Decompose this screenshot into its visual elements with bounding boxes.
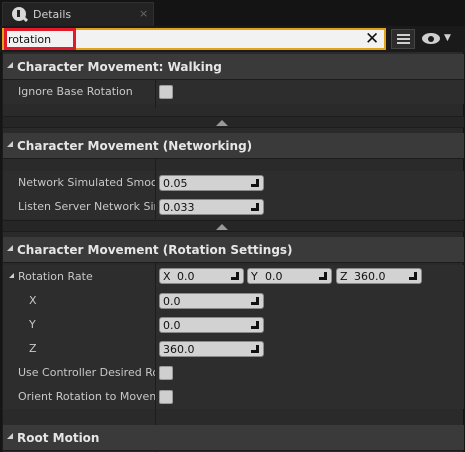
- property-label: Network Simulated Smooth: [18, 176, 155, 189]
- collapse-arrow-icon: [7, 62, 13, 68]
- use-controller-rotation-checkbox[interactable]: [159, 366, 173, 380]
- listen-value-field[interactable]: 0.033: [159, 199, 264, 215]
- rotation-rate-x-field[interactable]: X 0.0: [159, 268, 244, 284]
- category-walking[interactable]: Character Movement: Walking: [3, 54, 464, 80]
- info-search-icon: [12, 7, 29, 23]
- property-row: X 0.0: [3, 289, 464, 313]
- property-label: Orient Rotation to Moveme: [18, 390, 155, 403]
- field-value: 0.0: [163, 295, 181, 308]
- column-divider: [155, 80, 156, 108]
- view-options-button[interactable]: [391, 29, 415, 49]
- chevron-down-icon: ▼: [444, 33, 451, 43]
- clear-search-icon[interactable]: ✕: [365, 29, 379, 49]
- search-highlight: [4, 28, 76, 50]
- smooth-value-field[interactable]: 0.05: [159, 175, 264, 191]
- tab-label: Details: [33, 8, 72, 21]
- category-title: Character Movement: Walking: [17, 60, 222, 74]
- rotation-y-field[interactable]: 0.0: [159, 317, 264, 333]
- chevron-up-icon: [216, 224, 228, 230]
- rotation-rate-z-field[interactable]: Z 360.0: [336, 268, 422, 284]
- collapse-arrow-icon: [7, 245, 13, 251]
- category-title: Root Motion: [17, 431, 100, 445]
- field-value: 0.0: [163, 319, 181, 332]
- axis-label: X: [163, 270, 171, 283]
- field-value: 360.0: [163, 343, 195, 356]
- category-rotation-settings[interactable]: Character Movement (Rotation Settings): [3, 237, 464, 263]
- list-icon-line: [397, 38, 410, 40]
- category-networking[interactable]: Character Movement (Networking): [3, 133, 464, 159]
- property-row: Network Simulated Smooth 0.05: [3, 171, 464, 195]
- drag-handle-icon[interactable]: [251, 297, 259, 305]
- ignore-base-rotation-checkbox[interactable]: [159, 85, 173, 99]
- property-label: Ignore Base Rotation: [18, 85, 133, 98]
- advanced-expander[interactable]: [3, 220, 464, 232]
- field-value: 0.033: [163, 201, 195, 214]
- property-label: X: [29, 294, 37, 307]
- property-label: Z: [29, 342, 37, 355]
- property-row: Orient Rotation to Moveme: [3, 385, 464, 409]
- property-row: Ignore Base Rotation: [3, 80, 464, 104]
- orient-rotation-checkbox[interactable]: [159, 390, 173, 404]
- drag-handle-icon[interactable]: [319, 272, 327, 280]
- property-row: Y 0.0: [3, 313, 464, 337]
- property-label: Use Controller Desired Rota: [18, 366, 155, 379]
- axis-label: Y: [251, 270, 258, 283]
- property-row: Use Controller Desired Rota: [3, 361, 464, 385]
- tab-close-icon[interactable]: ×: [139, 7, 148, 20]
- field-value: 0.05: [163, 177, 188, 190]
- collapse-arrow-icon: [7, 433, 13, 439]
- rotation-z-field[interactable]: 360.0: [159, 341, 264, 357]
- search-row: ✕ ▼: [0, 26, 465, 52]
- visibility-filter-button[interactable]: ▼: [420, 29, 456, 49]
- rotation-x-field[interactable]: 0.0: [159, 293, 264, 309]
- field-value: 0.0: [265, 270, 283, 283]
- property-label: Listen Server Network Sim: [18, 200, 155, 213]
- drag-handle-icon[interactable]: [409, 272, 417, 280]
- column-divider: [155, 159, 156, 219]
- column-divider: [155, 263, 156, 452]
- category-title: Character Movement (Rotation Settings): [17, 243, 293, 257]
- tab-details[interactable]: Details ×: [2, 2, 154, 26]
- category-title: Character Movement (Networking): [17, 139, 253, 153]
- tab-bar: Details ×: [0, 0, 465, 26]
- axis-label: Z: [340, 270, 348, 283]
- chevron-up-icon: [216, 120, 228, 126]
- drag-handle-icon[interactable]: [251, 321, 259, 329]
- field-value: 0.0: [177, 270, 195, 283]
- search-box[interactable]: ✕: [2, 28, 386, 50]
- drag-handle-icon[interactable]: [231, 272, 239, 280]
- property-row: Listen Server Network Sim 0.033: [3, 195, 464, 219]
- rotation-rate-y-field[interactable]: Y 0.0: [247, 268, 332, 284]
- property-row: Z 360.0: [3, 337, 464, 361]
- field-value: 360.0: [354, 270, 386, 283]
- drag-handle-icon[interactable]: [251, 179, 259, 187]
- property-label: Y: [29, 318, 36, 331]
- list-icon-line: [397, 34, 410, 36]
- collapse-arrow-icon: [7, 141, 13, 147]
- rotation-rate-row: Rotation Rate X 0.0 Y 0.0 Z 360.0: [3, 265, 464, 289]
- category-root-motion[interactable]: Root Motion: [3, 425, 464, 451]
- list-icon-line: [397, 42, 410, 44]
- drag-handle-icon[interactable]: [251, 345, 259, 353]
- eye-icon: [422, 33, 440, 44]
- property-label: Rotation Rate: [18, 270, 93, 283]
- expand-arrow-icon[interactable]: [9, 273, 14, 278]
- advanced-expander[interactable]: [3, 116, 464, 128]
- drag-handle-icon[interactable]: [251, 203, 259, 211]
- details-panel: Character Movement: Walking Ignore Base …: [2, 52, 464, 452]
